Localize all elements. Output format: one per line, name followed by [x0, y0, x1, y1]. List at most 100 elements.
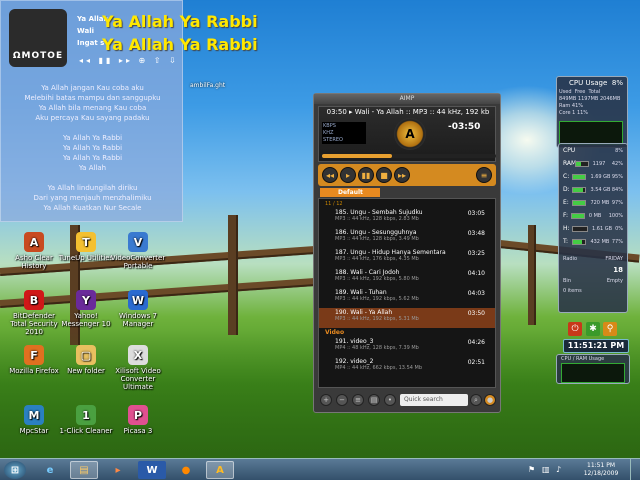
desktop-icon[interactable]: B BitDefender Total Security 2010: [4, 290, 64, 336]
desktop-icon[interactable]: 1 1-Click Cleaner: [56, 405, 116, 435]
playlist-track[interactable]: 187. Ungu - Hidup Hanya Sementara MP3 :: …: [319, 248, 495, 268]
cpu-usage-gadget[interactable]: CPU Usage 8% Used Free Total 849MB 1197M…: [556, 76, 628, 148]
stop-icon[interactable]: ■: [376, 167, 392, 183]
sort-icon[interactable]: ≡: [352, 394, 364, 406]
lyrics-line: [1, 123, 184, 133]
aimp-seekbar[interactable]: [322, 154, 496, 158]
lyrics-controls[interactable]: ◂◂ ▮▮ ▸▸ ⊕ ⇧ ⇩: [79, 56, 179, 65]
track-list: 185. Ungu - Sembah Sujudku MP3 :: 44 kHz,…: [319, 208, 495, 328]
drive-used-pct: 77%: [611, 238, 623, 245]
playlist-track[interactable]: 190. Wali - Ya Allah MP3 :: 44 kHz, 192 k…: [319, 308, 495, 328]
playlist-track[interactable]: 189. Wali - Tuhan MP3 :: 44 kHz, 192 kbps…: [319, 288, 495, 308]
drive-pct: 8%: [615, 147, 623, 154]
pause-icon[interactable]: ▮▮: [358, 167, 374, 183]
drive-label: F:: [563, 212, 569, 219]
cpu-mem-table: Used Free Total 849MB 1197MB 2046MB Ram …: [559, 89, 620, 117]
tray-network-icon[interactable]: ▥: [542, 465, 550, 474]
tray-volume-icon[interactable]: ♪: [556, 465, 561, 474]
cpu-ram-graph-title: CPU / RAM Usage: [561, 356, 605, 362]
remove-icon[interactable]: −: [336, 394, 348, 406]
cpu-ram-graph-gadget[interactable]: CPU / RAM Usage: [556, 354, 630, 384]
restart-icon[interactable]: ✱: [586, 322, 600, 336]
desktop-icon[interactable]: V VideoConverter Portable: [108, 232, 168, 270]
open-icon[interactable]: ≡: [476, 167, 492, 183]
tray-clock[interactable]: 11:51 PM 12/18/2009: [578, 462, 624, 478]
cpu-graph: [559, 121, 623, 145]
desktop-app-icon: W: [128, 290, 148, 310]
options-icon[interactable]: ●: [484, 394, 496, 406]
cpu-mem-values: 849MB 1197MB 2046MB: [559, 96, 621, 102]
playlist-track[interactable]: 186. Ungu - Sesungguhnya MP3 :: 44 kHz, 1…: [319, 228, 495, 248]
desktop-icon[interactable]: T TuneUp Utilities: [56, 232, 116, 262]
aimp-titlebar[interactable]: AIMP: [314, 94, 500, 104]
track-info: MP3 :: 44 kHz, 176 kbps, 4.35 Mb: [335, 256, 419, 262]
lock-icon[interactable]: ⚲: [603, 322, 617, 336]
drive-used-pct: 0%: [615, 225, 623, 232]
cpu-row-ram: Ram 41%: [559, 103, 584, 109]
drive-row: F: 0 MB 100%: [559, 209, 627, 222]
taskbar-ie-icon[interactable]: e: [36, 461, 64, 479]
show-desktop-button[interactable]: [630, 459, 640, 480]
desktop-icon[interactable]: F Mozilla Firefox: [4, 345, 64, 375]
desktop-icon[interactable]: M MpcStar: [4, 405, 64, 435]
taskbar-explorer-icon[interactable]: ▤: [70, 461, 98, 479]
taskbar-firefox-icon[interactable]: ●: [172, 461, 200, 479]
desktop-icon[interactable]: P Picasa 3: [108, 405, 168, 435]
drive-row: H: 1.61 GB 0%: [559, 222, 627, 235]
aimp-bottombar: + − ≡ ▤ • Quick search ⌕ ●: [318, 392, 496, 408]
aimp-time[interactable]: -03:50: [448, 122, 488, 132]
bin-items: 0 items: [563, 288, 582, 294]
desktop-icon[interactable]: Y Yahoo! Messenger 10: [56, 290, 116, 328]
desktop-icon[interactable]: W Windows 7 Manager: [108, 290, 168, 328]
track-duration: 04:03: [467, 290, 485, 297]
tray-date: 12/18/2009: [583, 470, 619, 477]
search-icon[interactable]: ⌕: [470, 394, 482, 406]
drive-bar: [570, 212, 585, 219]
quick-search-input[interactable]: Quick search: [400, 394, 468, 406]
shutdown-icon[interactable]: ⏻: [568, 322, 582, 336]
desktop-icon[interactable]: A Asho Clear History: [4, 232, 64, 270]
drive-gadget[interactable]: CPU 8% RAM 1197 42% C: 1.69 GB 95% D: 3.54 GB 84%…: [558, 143, 628, 313]
prev-icon[interactable]: ◂◂: [322, 167, 338, 183]
track-info: MP3 :: 44 kHz, 192 kbps, 5.31 Mb: [335, 316, 419, 322]
drive-label: H:: [563, 225, 570, 232]
track-duration: 03:48: [467, 230, 485, 237]
playlist-track[interactable]: 188. Wali - Cari Jodoh MP3 :: 44 kHz, 192…: [319, 268, 495, 288]
desktop-app-icon: Y: [76, 290, 96, 310]
tray-flag-icon[interactable]: ⚑: [528, 465, 535, 474]
taskbar-media-icon[interactable]: ▸: [104, 461, 132, 479]
bin-items-row: 0 items: [559, 287, 627, 295]
lyrics-lines: Ya Allah jangan Kau coba aku Melebihi bat…: [1, 83, 184, 213]
aimp-player[interactable]: AIMP 03:50 ▸ Wali - Ya Allah :: MP3 :: 4…: [313, 93, 501, 413]
radio-label[interactable]: Radio: [563, 256, 577, 262]
next-icon[interactable]: ▸▸: [394, 167, 410, 183]
playlist-track[interactable]: 192. video_2 MP4 :: 44 kHz, 662 kbps, 13.…: [319, 357, 495, 377]
taskbar-aimp-icon[interactable]: A: [206, 461, 234, 479]
desktop-app-icon: P: [128, 405, 148, 425]
add-icon[interactable]: +: [320, 394, 332, 406]
playlist-tab-default[interactable]: Default: [320, 188, 380, 197]
desktop-partial-label[interactable]: ambilFa.ght: [190, 82, 225, 89]
drive-free: 432 MB: [590, 238, 610, 245]
desktop-icon-label: MpcStar: [19, 427, 49, 435]
desktop-icon[interactable]: ▢ New folder: [56, 345, 116, 375]
video-list: 191. video_3 MP4 :: 48 kHz, 128 kbps, 7.3…: [319, 337, 495, 377]
playlist-track[interactable]: 191. video_3 MP4 :: 48 kHz, 128 kbps, 7.3…: [319, 337, 495, 357]
lyrics-line: Dari yang menjauh menzhalimiku: [33, 194, 152, 202]
lyrics-line: Aku percaya Kau sayang padaku: [35, 114, 150, 122]
start-button[interactable]: ⊞: [4, 461, 26, 479]
desktop-icon[interactable]: X Xilisoft Video Converter Ultimate: [108, 345, 168, 391]
misc-icon[interactable]: •: [384, 394, 396, 406]
playlist-track[interactable]: 185. Ungu - Sembah Sujudku MP3 :: 44 kHz,…: [319, 208, 495, 228]
playlist-summary: 11 / 12: [325, 201, 343, 207]
play-icon[interactable]: ▸: [340, 167, 356, 183]
gadget-clock: 11:51:21 PM: [563, 339, 629, 353]
drive-bar: [571, 199, 587, 206]
drive-label: D:: [563, 186, 570, 193]
drive-bar: [571, 186, 587, 193]
playlist-icon[interactable]: ▤: [368, 394, 380, 406]
system-tray: ⚑ ▥ ♪ 11:51 PM 12/18/2009: [520, 459, 640, 480]
bin-label[interactable]: Bin: [563, 278, 571, 284]
track-title: 188. Wali - Cari Jodoh: [335, 269, 400, 276]
taskbar-word-icon[interactable]: W: [138, 461, 166, 479]
